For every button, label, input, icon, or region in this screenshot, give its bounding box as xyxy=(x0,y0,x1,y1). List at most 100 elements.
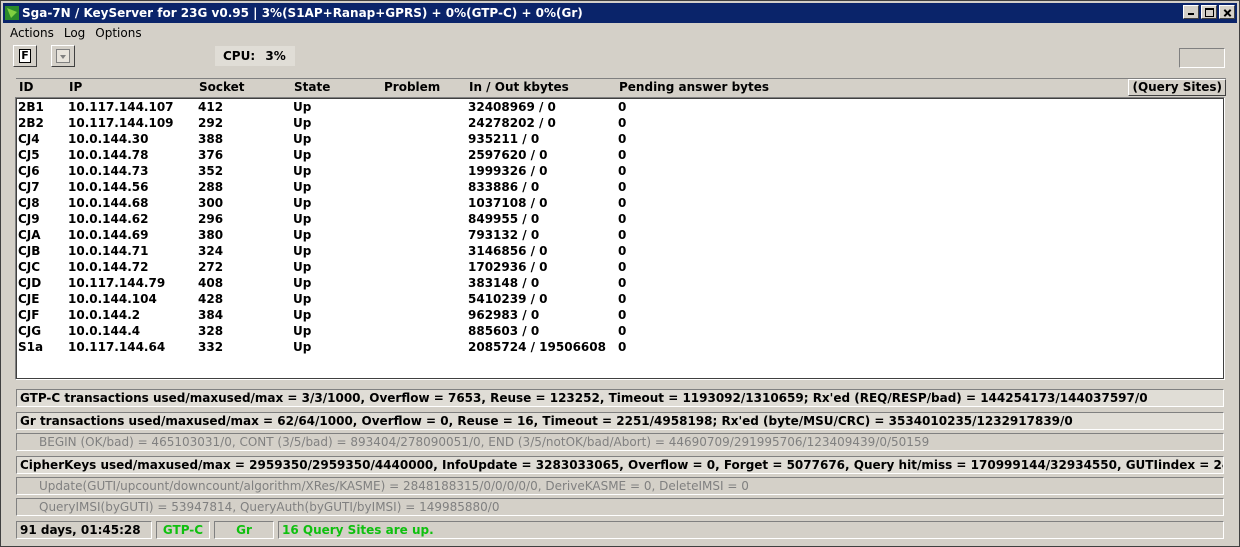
cell-pending: 0 xyxy=(618,212,627,226)
cell-state: Up xyxy=(293,164,312,178)
cell-pending: 0 xyxy=(618,324,627,338)
minimize-button[interactable] xyxy=(1183,5,1199,19)
main-window: Sga-7N / KeyServer for 23G v0.95 | 3%(S1… xyxy=(0,0,1240,547)
cell-state: Up xyxy=(293,292,312,306)
cell-pending: 0 xyxy=(618,260,627,274)
cell-pending: 0 xyxy=(618,228,627,242)
close-button[interactable] xyxy=(1219,5,1235,19)
cell-id: CJ7 xyxy=(18,180,40,194)
gtpc-status: GTP-C xyxy=(156,521,210,539)
cell-id: CJ6 xyxy=(18,164,40,178)
cell-ip: 10.0.144.104 xyxy=(68,292,157,306)
cell-id: CJ9 xyxy=(18,212,40,226)
table-row[interactable]: 2B2 10.117.144.109 292 Up 24278202 / 0 0 xyxy=(16,115,1224,131)
cell-inout: 32408969 / 0 xyxy=(468,100,556,114)
cell-state: Up xyxy=(293,196,312,210)
cell-inout: 962983 / 0 xyxy=(468,308,540,322)
cell-socket: 384 xyxy=(198,308,224,322)
cell-ip: 10.0.144.2 xyxy=(68,308,141,322)
table-row[interactable]: CJB 10.0.144.71 324 Up 3146856 / 0 0 xyxy=(16,243,1224,259)
header-id[interactable]: ID xyxy=(19,80,33,94)
cell-socket: 428 xyxy=(198,292,224,306)
cell-state: Up xyxy=(293,212,312,226)
cell-inout: 1999326 / 0 xyxy=(468,164,548,178)
cell-id: CJC xyxy=(18,260,41,274)
cell-pending: 0 xyxy=(618,132,627,146)
cell-state: Up xyxy=(293,132,312,146)
menu-actions[interactable]: Actions xyxy=(5,25,59,41)
sites-list[interactable]: 2B1 10.117.144.107 412 Up 32408969 / 0 0 2B2 10… xyxy=(15,97,1225,380)
cell-inout: 1702936 / 0 xyxy=(468,260,548,274)
table-row[interactable]: CJ9 10.0.144.62 296 Up 849955 / 0 0 xyxy=(16,211,1224,227)
flag-tool-button[interactable]: F xyxy=(13,45,37,67)
cell-ip: 10.0.144.73 xyxy=(68,164,149,178)
title-bar[interactable]: Sga-7N / KeyServer for 23G v0.95 | 3%(S1… xyxy=(3,3,1237,23)
cell-socket: 328 xyxy=(198,324,224,338)
cell-inout: 849955 / 0 xyxy=(468,212,540,226)
cell-pending: 0 xyxy=(618,196,627,210)
cell-socket: 412 xyxy=(198,100,224,114)
header-problem[interactable]: Problem xyxy=(384,80,440,94)
table-row[interactable]: CJG 10.0.144.4 328 Up 885603 / 0 0 xyxy=(16,323,1224,339)
cell-id: CJA xyxy=(18,228,41,242)
header-pending[interactable]: Pending answer bytes xyxy=(619,80,769,94)
table-header: ID IP Socket State Problem In / Out kbyt… xyxy=(16,78,1226,97)
cell-ip: 10.117.144.109 xyxy=(68,116,174,130)
cell-inout: 3146856 / 0 xyxy=(468,244,548,258)
menu-options[interactable]: Options xyxy=(90,25,146,41)
cell-ip: 10.0.144.69 xyxy=(68,228,149,242)
cell-inout: 793132 / 0 xyxy=(468,228,540,242)
cell-inout: 1037108 / 0 xyxy=(468,196,548,210)
cell-socket: 380 xyxy=(198,228,224,242)
header-inout[interactable]: In / Out kbytes xyxy=(469,80,569,94)
cpu-label: CPU: xyxy=(223,49,256,63)
maximize-button[interactable] xyxy=(1201,5,1217,19)
gtpc-stats-panel: GTP-C transactions used/maxused/max = 3/… xyxy=(16,389,1224,407)
header-state[interactable]: State xyxy=(294,80,330,94)
query-sites-status: 16 Query Sites are up. xyxy=(278,521,1224,539)
query-sites-button[interactable]: (Query Sites) xyxy=(1128,79,1226,96)
menu-bar: Actions Log Options xyxy=(5,25,147,41)
cell-state: Up xyxy=(293,180,312,194)
table-row[interactable]: CJD 10.117.144.79 408 Up 383148 / 0 0 xyxy=(16,275,1224,291)
header-ip[interactable]: IP xyxy=(69,80,82,94)
cell-ip: 10.0.144.62 xyxy=(68,212,149,226)
gr-stats-panel: Gr transactions used/maxused/max = 62/64… xyxy=(16,412,1224,430)
cell-inout: 24278202 / 0 xyxy=(468,116,556,130)
cell-pending: 0 xyxy=(618,164,627,178)
cell-socket: 352 xyxy=(198,164,224,178)
flag-icon: F xyxy=(19,49,31,63)
cell-socket: 388 xyxy=(198,132,224,146)
cell-ip: 10.0.144.4 xyxy=(68,324,141,338)
menu-log[interactable]: Log xyxy=(59,25,90,41)
table-row[interactable]: CJC 10.0.144.72 272 Up 1702936 / 0 0 xyxy=(16,259,1224,275)
cell-inout: 833886 / 0 xyxy=(468,180,540,194)
cell-id: CJ4 xyxy=(18,132,40,146)
table-row[interactable]: 2B1 10.117.144.107 412 Up 32408969 / 0 0 xyxy=(16,99,1224,115)
cell-id: 2B2 xyxy=(18,116,44,130)
cell-ip: 10.117.144.64 xyxy=(68,340,166,354)
table-row[interactable]: S1a 10.117.144.64 332 Up 2085724 / 19506608 0 xyxy=(16,339,1224,355)
gr-status: Gr xyxy=(214,521,274,539)
cell-socket: 324 xyxy=(198,244,224,258)
header-socket[interactable]: Socket xyxy=(199,80,245,94)
cell-pending: 0 xyxy=(618,100,627,114)
cell-pending: 0 xyxy=(618,148,627,162)
cell-ip: 10.0.144.56 xyxy=(68,180,149,194)
cell-pending: 0 xyxy=(618,340,627,354)
cell-state: Up xyxy=(293,244,312,258)
download-tool-button[interactable] xyxy=(51,45,75,67)
cell-state: Up xyxy=(293,116,312,130)
table-row[interactable]: CJ7 10.0.144.56 288 Up 833886 / 0 0 xyxy=(16,179,1224,195)
table-row[interactable]: CJE 10.0.144.104 428 Up 5410239 / 0 0 xyxy=(16,291,1224,307)
table-row[interactable]: CJ4 10.0.144.30 388 Up 935211 / 0 0 xyxy=(16,131,1224,147)
table-row[interactable]: CJA 10.0.144.69 380 Up 793132 / 0 0 xyxy=(16,227,1224,243)
table-row[interactable]: CJ5 10.0.144.78 376 Up 2597620 / 0 0 xyxy=(16,147,1224,163)
download-icon xyxy=(56,49,70,63)
table-row[interactable]: CJ6 10.0.144.73 352 Up 1999326 / 0 0 xyxy=(16,163,1224,179)
table-row[interactable]: CJ8 10.0.144.68 300 Up 1037108 / 0 0 xyxy=(16,195,1224,211)
cell-state: Up xyxy=(293,276,312,290)
table-row[interactable]: CJF 10.0.144.2 384 Up 962983 / 0 0 xyxy=(16,307,1224,323)
cell-socket: 272 xyxy=(198,260,224,274)
app-icon xyxy=(5,6,19,20)
